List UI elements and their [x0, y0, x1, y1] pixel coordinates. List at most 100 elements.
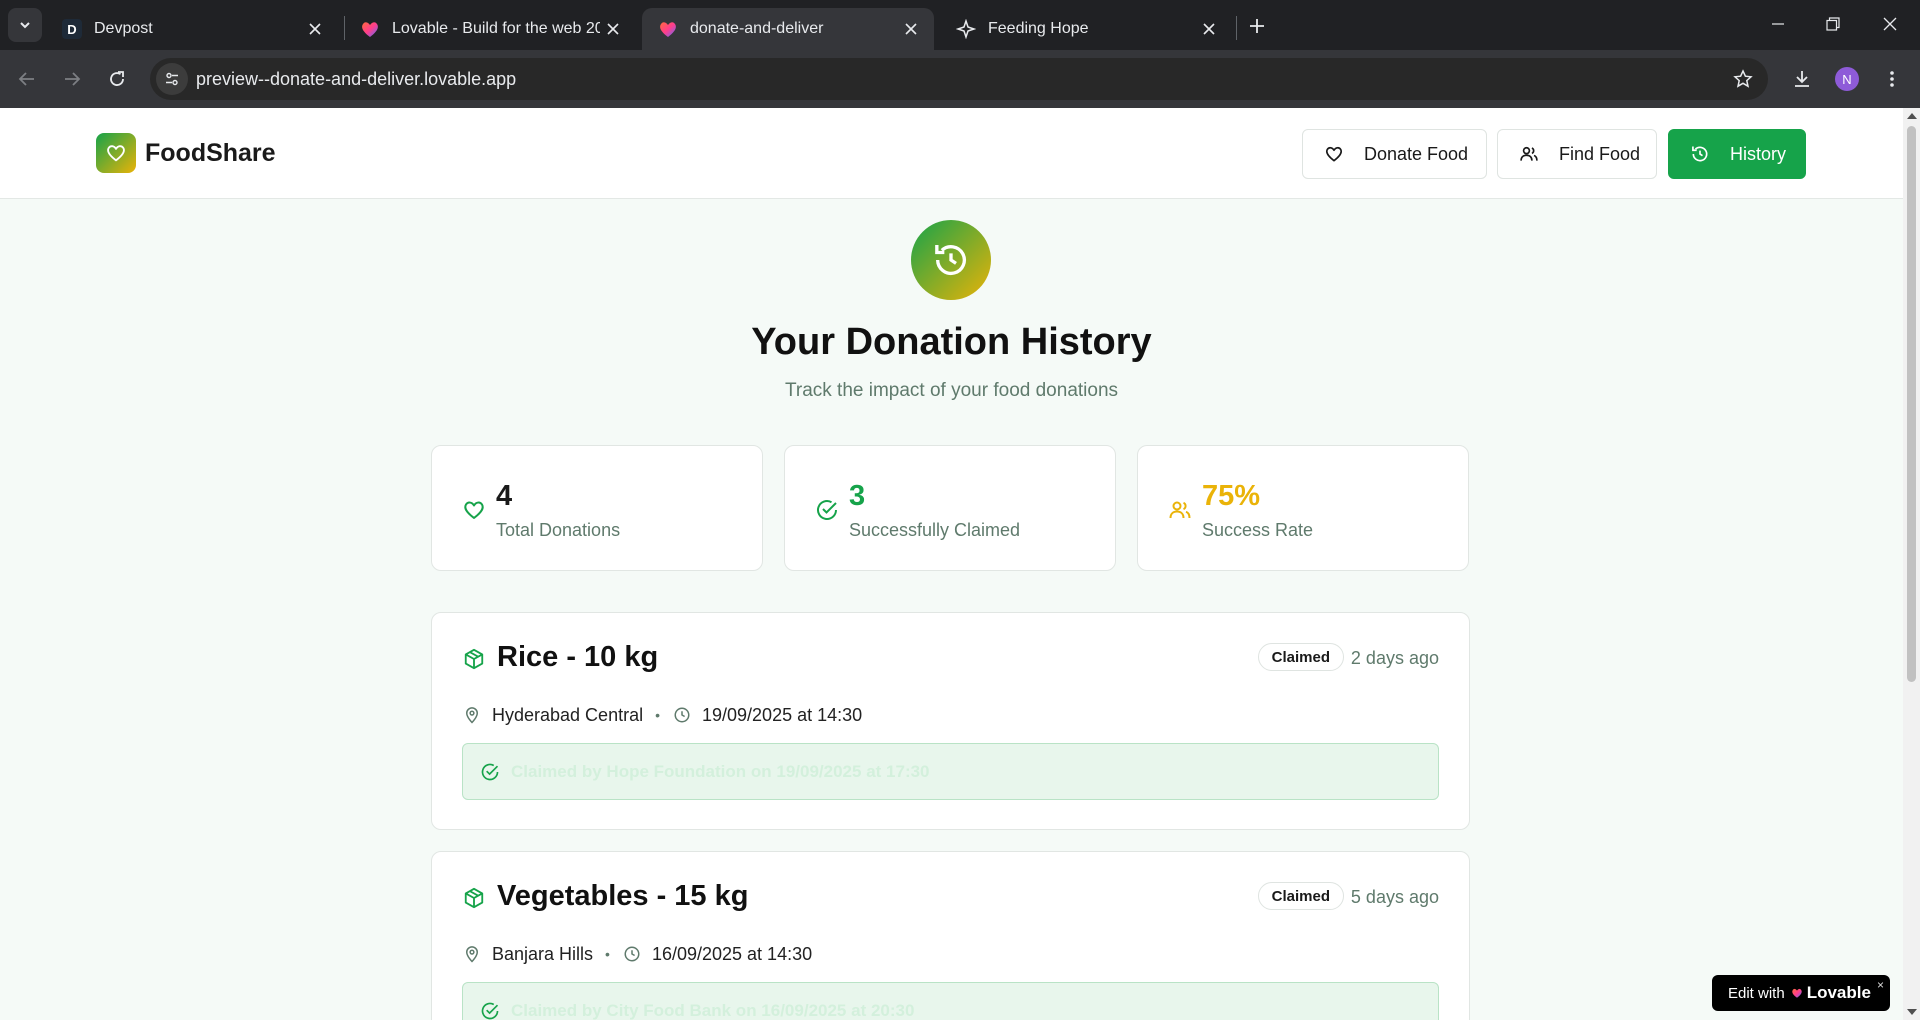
history-button[interactable]: History — [1668, 129, 1806, 179]
tab-donate-and-deliver[interactable]: donate-and-deliver — [642, 8, 934, 50]
star-icon — [1733, 69, 1753, 88]
devpost-favicon-icon: D — [62, 19, 82, 39]
tab-search-button[interactable] — [8, 8, 42, 42]
donate-food-label: Donate Food — [1364, 143, 1469, 164]
tab-title: Lovable - Build for the web 20x — [392, 20, 600, 37]
minimize-button[interactable] — [1756, 8, 1800, 40]
reload-button[interactable] — [101, 63, 133, 95]
new-tab-button[interactable] — [1243, 12, 1271, 40]
clock-icon — [622, 944, 642, 964]
check-circle-icon — [479, 761, 501, 783]
heart-icon — [461, 497, 487, 523]
history-icon — [935, 245, 966, 276]
forward-button[interactable] — [56, 63, 88, 95]
history-hero-badge — [911, 220, 991, 300]
chevron-down-icon — [20, 22, 30, 29]
back-button[interactable] — [11, 63, 43, 95]
claim-text: Claimed by City Food Bank on 16/09/2025 … — [511, 1000, 915, 1020]
edit-with-text: Edit with — [1728, 984, 1785, 1002]
package-icon — [462, 647, 486, 671]
scroll-up-arrow[interactable] — [1907, 113, 1917, 119]
close-icon[interactable] — [600, 16, 626, 42]
lovable-heart-icon — [1791, 987, 1803, 999]
profile-avatar[interactable]: N — [1835, 67, 1859, 91]
stat-label: Successfully Claimed — [849, 520, 1021, 540]
check-circle-icon — [479, 1000, 501, 1020]
brand-name[interactable]: FoodShare — [145, 139, 276, 168]
edit-with-lovable-badge[interactable]: Edit with Lovable × — [1712, 975, 1890, 1011]
donation-card: Vegetables - 15 kg Claimed 5 days ago Ba… — [431, 851, 1470, 1020]
close-icon[interactable] — [1196, 16, 1222, 42]
close-window-button[interactable] — [1868, 8, 1912, 40]
more-vertical-icon — [1890, 71, 1894, 87]
downloads-button[interactable] — [1786, 63, 1818, 95]
donation-card: Rice - 10 kg Claimed 2 days ago Hyderaba… — [431, 612, 1470, 830]
lovable-heart-icon — [360, 19, 380, 39]
stat-card-success-rate: 75% Success Rate — [1137, 445, 1469, 571]
stat-card-successfully-claimed: 3 Successfully Claimed — [784, 445, 1116, 571]
find-food-button[interactable]: Find Food — [1497, 129, 1657, 179]
stat-value: 4 — [496, 480, 513, 512]
check-circle-icon — [814, 497, 840, 523]
donation-title: Vegetables - 15 kg — [497, 880, 749, 912]
stat-label: Total Donations — [496, 520, 621, 540]
donation-location: Banjara Hills — [492, 943, 594, 964]
tune-icon — [166, 72, 178, 86]
url-text[interactable]: preview--donate-and-deliver.lovable.app — [196, 69, 516, 90]
stat-value: 75% — [1202, 480, 1261, 512]
donate-food-button[interactable]: Donate Food — [1302, 129, 1487, 179]
find-food-label: Find Food — [1559, 143, 1641, 164]
lovable-heart-icon — [658, 19, 678, 39]
site-info-button[interactable] — [156, 63, 188, 95]
claim-text: Claimed by Hope Foundation on 19/09/2025… — [511, 761, 930, 781]
page-subtitle: Track the impact of your food donations — [784, 380, 1119, 401]
reload-icon — [110, 71, 124, 86]
browser-menu-button[interactable] — [1876, 63, 1908, 95]
stat-value: 3 — [849, 480, 866, 512]
donation-age: 2 days ago — [1350, 648, 1439, 668]
minimize-icon — [1772, 23, 1784, 25]
tab-feeding-hope[interactable]: Feeding Hope — [940, 8, 1232, 50]
donation-datetime: 16/09/2025 at 14:30 — [651, 943, 813, 964]
site-header: FoodShare Donate Food Find Food History — [0, 108, 1903, 199]
page-title: Your Donation History — [751, 321, 1152, 363]
tab-lovable[interactable]: Lovable - Build for the web 20x — [344, 8, 636, 50]
bookmark-button[interactable] — [1730, 66, 1756, 92]
page-scrollbar[interactable] — [1903, 108, 1920, 1020]
donation-meta: Banjara Hills • 16/09/2025 at 14:30 — [462, 942, 812, 966]
restore-icon — [1826, 17, 1840, 31]
donation-title: Rice - 10 kg — [497, 641, 659, 673]
map-pin-icon — [462, 705, 482, 725]
sparkle-icon — [956, 19, 976, 39]
close-icon — [1883, 17, 1897, 31]
map-pin-icon — [462, 944, 482, 964]
stat-label: Success Rate — [1202, 520, 1314, 540]
restore-button[interactable] — [1811, 8, 1855, 40]
arrow-right-icon — [65, 72, 81, 86]
donation-age: 5 days ago — [1350, 887, 1439, 907]
donation-datetime: 19/09/2025 at 14:30 — [702, 704, 863, 725]
heart-icon — [107, 145, 125, 162]
claim-note: Claimed by Hope Foundation on 19/09/2025… — [462, 743, 1439, 800]
scroll-thumb[interactable] — [1907, 126, 1916, 682]
tab-title: Feeding Hope — [988, 20, 1089, 37]
donation-meta: Hyderabad Central • 19/09/2025 at 14:30 — [462, 703, 862, 727]
foodshare-logo[interactable] — [96, 133, 136, 173]
clock-icon — [672, 705, 692, 725]
users-icon — [1519, 144, 1539, 164]
status-badge: Claimed — [1257, 643, 1344, 671]
stat-card-total-donations: 4 Total Donations — [431, 445, 763, 571]
page-viewport: FoodShare Donate Food Find Food History … — [0, 108, 1903, 1020]
address-bar[interactable]: preview--donate-and-deliver.lovable.app — [150, 58, 1768, 100]
close-icon[interactable] — [302, 16, 328, 42]
lovable-brand-text: Lovable — [1806, 983, 1871, 1002]
status-badge: Claimed — [1257, 882, 1344, 910]
close-icon[interactable] — [898, 16, 924, 42]
package-icon — [462, 886, 486, 910]
tab-title: donate-and-deliver — [690, 20, 824, 37]
tab-devpost[interactable]: D Devpost — [46, 8, 338, 50]
scroll-down-arrow[interactable] — [1907, 1009, 1917, 1015]
close-badge-button[interactable]: × — [1877, 978, 1884, 992]
history-label: History — [1730, 143, 1787, 164]
tab-title: Devpost — [94, 20, 153, 37]
